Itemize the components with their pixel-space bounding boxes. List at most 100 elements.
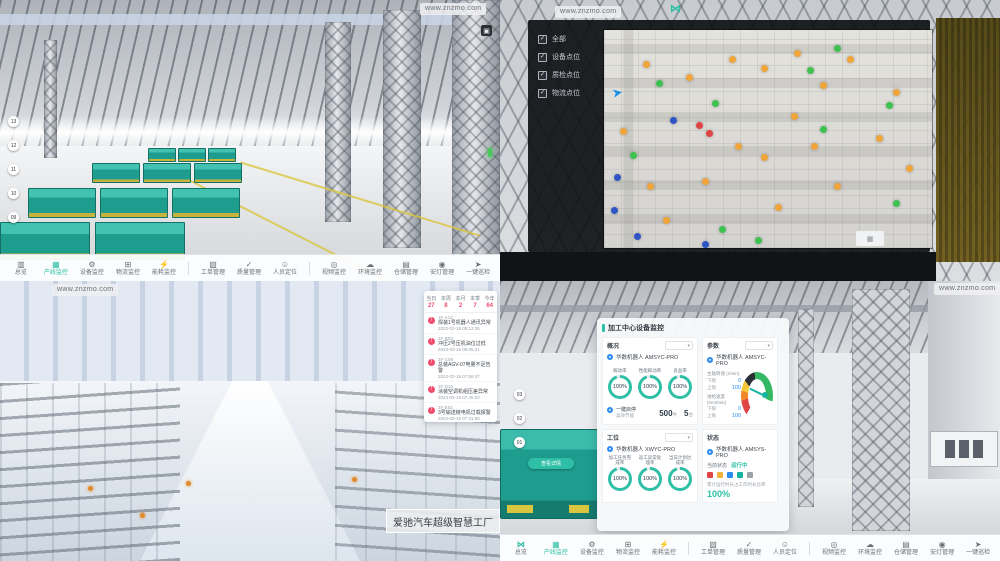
hotspot-badge[interactable]: 02 (514, 413, 525, 424)
toolbar-item[interactable]: ⋈ 总览 (510, 540, 532, 556)
toolbar-item[interactable]: ⚡ 能耗监控 (152, 260, 176, 276)
toolbar-item[interactable]: ▥ 总览 (10, 260, 32, 276)
alarm-list-item[interactable]: ! 1F-A12 焊装1号机器人通讯异常 2023-03-15 08:12:36 (424, 313, 497, 334)
toolbar-item[interactable]: ▧ 工单管理 (201, 260, 225, 276)
map-marker-icon[interactable] (906, 165, 913, 172)
toolbar-item[interactable]: ▤ 仓储管理 (894, 540, 918, 556)
toolbar-item[interactable]: ⚙ 设备监控 (580, 540, 604, 556)
alarm-stat[interactable]: 当日 27 (424, 291, 439, 312)
toolbar-item[interactable]: ☁ 环境监控 (358, 260, 382, 276)
dropdown[interactable]: ▾ (745, 341, 773, 350)
hotspot-badge[interactable]: 03 (514, 389, 525, 400)
hotspot-badge[interactable]: 09 (8, 212, 19, 223)
map-marker-icon[interactable] (876, 135, 883, 142)
alarm-stat[interactable]: 今年 64 (482, 291, 497, 312)
toolbar-item[interactable]: ✓ 质量管理 (237, 260, 261, 276)
toolbar-item[interactable]: ⊞ 物流监控 (616, 540, 640, 556)
map-marker-icon[interactable] (886, 102, 893, 109)
hotspot-badge[interactable]: 01 (514, 437, 525, 448)
toolbar-item[interactable] (688, 542, 689, 555)
status-state-icon[interactable] (727, 472, 733, 478)
device-row[interactable]: ● 华数机器人 AMSYS-PRO (707, 445, 773, 459)
alarm-list-item[interactable]: ! 2F-E02 3号输送链电机过载报警 2023-03-15 07:31:55 (424, 403, 497, 422)
map-marker-icon[interactable] (755, 237, 762, 244)
dropdown[interactable]: ▾ (665, 433, 693, 442)
map-marker-icon[interactable] (834, 45, 841, 52)
factory-floorplan-map[interactable] (604, 30, 932, 248)
toolbar-item[interactable] (309, 262, 310, 275)
far-machines (930, 431, 998, 467)
map-marker-icon[interactable] (791, 113, 798, 120)
checkbox-icon[interactable]: ✓ (538, 35, 547, 44)
map-marker-icon[interactable] (712, 100, 719, 107)
toolbar-item-label: 质量管理 (737, 550, 761, 556)
map-marker-icon[interactable] (893, 200, 900, 207)
map-marker-icon[interactable] (706, 130, 713, 137)
toolbar-item-icon: ▤ (902, 540, 910, 549)
toolbar-item[interactable]: ☺ 人员定位 (773, 540, 797, 556)
map-marker-icon[interactable] (834, 183, 841, 190)
checkbox-icon[interactable]: ✓ (538, 71, 547, 80)
map-marker-icon[interactable] (647, 183, 654, 190)
legend-row[interactable]: ✓ 全部 (538, 34, 628, 44)
map-marker-icon[interactable] (893, 89, 900, 96)
hotspot-badge[interactable]: 10 (8, 188, 19, 199)
status-state-icon[interactable] (737, 472, 743, 478)
toolbar-item[interactable]: ⊞ 物流监控 (116, 260, 140, 276)
map-marker-icon[interactable] (847, 56, 854, 63)
toolbar-item[interactable]: ⚙ 设备监控 (80, 260, 104, 276)
checkbox-icon[interactable]: ✓ (538, 89, 547, 98)
legend-row[interactable]: ✓ 质检点位 (538, 70, 628, 80)
toolbar-item[interactable]: ▦ 产线监控 (44, 260, 68, 276)
toolbar-item[interactable]: ◎ 视频监控 (322, 260, 346, 276)
toolbar-item[interactable]: ◉ 安灯管理 (930, 540, 954, 556)
device-row[interactable]: ● 华数机器人 AMSYC-PRO (707, 353, 773, 367)
hotspot-badge[interactable]: 13 (8, 116, 19, 127)
map-marker-icon[interactable] (775, 204, 782, 211)
toolbar-item[interactable]: ◉ 安灯管理 (430, 260, 454, 276)
toolbar-item[interactable] (188, 262, 189, 275)
alarm-list-item[interactable]: ! 1F-B03 冲压2号压机油位过低 2023-03-15 08:05:21 (424, 334, 497, 355)
map-marker-icon[interactable] (686, 74, 693, 81)
toolbar-item[interactable]: ☁ 环境监控 (858, 540, 882, 556)
map-marker-icon[interactable] (794, 50, 801, 57)
detail-button[interactable]: 查看详情 (528, 458, 574, 469)
legend-row[interactable]: ✓ 设备点位 (538, 52, 628, 62)
map-marker-icon[interactable] (811, 143, 818, 150)
quick-action-icon[interactable]: ● (607, 407, 613, 413)
map-marker-icon[interactable] (643, 61, 650, 68)
toolbar-item[interactable] (809, 542, 810, 555)
map-marker-icon[interactable] (719, 226, 726, 233)
toolbar-item[interactable]: ▦ 产线监控 (544, 540, 568, 556)
status-state-icon[interactable] (707, 472, 713, 478)
toolbar-item[interactable]: ➤ 一键巡检 (466, 260, 490, 276)
toolbar-item[interactable]: ▤ 仓储管理 (394, 260, 418, 276)
fullscreen-icon[interactable]: ▣ (481, 25, 492, 36)
hotspot-badge[interactable]: 11 (8, 164, 19, 175)
toolbar-item[interactable]: ✓ 质量管理 (737, 540, 761, 556)
map-marker-icon[interactable] (696, 122, 703, 129)
checkbox-icon[interactable]: ✓ (538, 53, 547, 62)
map-marker-icon[interactable] (729, 56, 736, 63)
toolbar-item[interactable]: ⚡ 能耗监控 (652, 540, 676, 556)
dropdown[interactable]: ▾ (665, 341, 693, 350)
device-row[interactable]: ● 华数机器人 AMSYC-PRO (607, 353, 693, 361)
alarm-stat[interactable]: 本周 8 (439, 291, 454, 312)
status-state-icon[interactable] (717, 472, 723, 478)
map-marker-icon[interactable] (670, 117, 677, 124)
toolbar-item[interactable]: ◎ 视频监控 (822, 540, 846, 556)
map-marker-icon[interactable] (611, 207, 618, 214)
minimap-toggle[interactable]: ▦ (856, 231, 884, 246)
alarm-stat[interactable]: 本月 2 (453, 291, 468, 312)
hotspot-badge[interactable]: 12 (8, 140, 19, 151)
device-row[interactable]: ● 华数机器人 XWYC-PRO (607, 445, 693, 453)
status-state-icon[interactable] (747, 472, 753, 478)
map-marker-icon[interactable] (634, 233, 641, 240)
toolbar-item[interactable]: ➤ 一键巡检 (966, 540, 990, 556)
alarm-list-item[interactable]: ! 1F-D15 涂装空调机组压差异常 2023-03-15 07:46:02 (424, 382, 497, 403)
map-marker-icon[interactable] (614, 174, 621, 181)
alarm-list-item[interactable]: ! 2F-C08 总装AGV-07电量不足告警 2023-03-15 07:58… (424, 355, 497, 382)
toolbar-item[interactable]: ☺ 人员定位 (273, 260, 297, 276)
toolbar-item[interactable]: ▧ 工单管理 (701, 540, 725, 556)
alarm-stat[interactable]: 本季 7 (468, 291, 483, 312)
